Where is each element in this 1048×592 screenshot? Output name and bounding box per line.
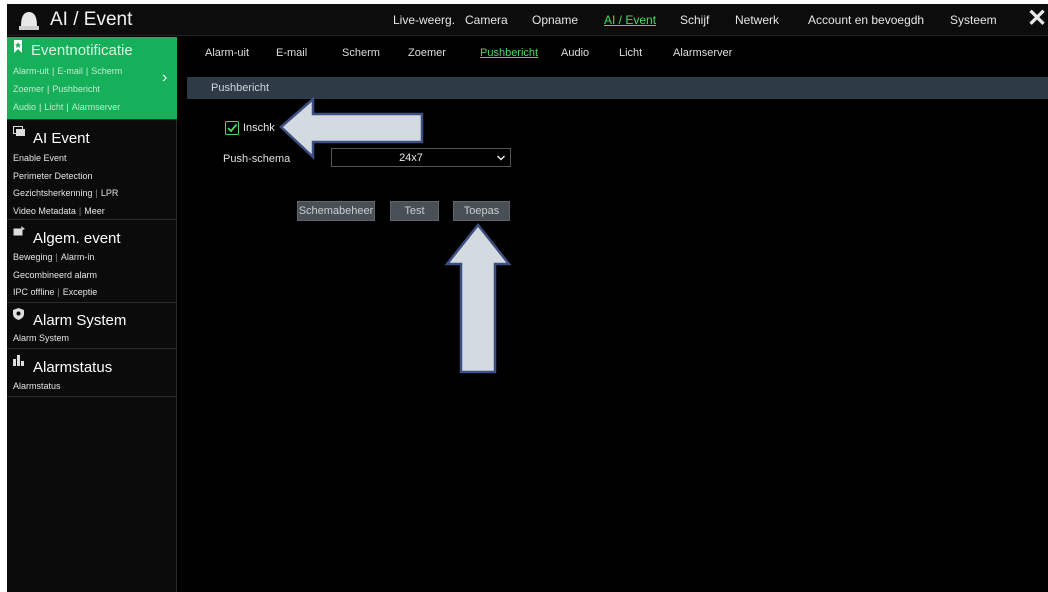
page-title: AI / Event <box>50 9 133 30</box>
sidebar-group-alarm-system[interactable]: Alarm System Alarm System <box>7 303 177 349</box>
sidebar-group-event-notification[interactable]: Eventnotificatie Alarm-uit | E-mail | Scherm… <box>7 37 177 120</box>
tab-alarm-server[interactable]: Alarmserver <box>673 47 732 59</box>
chevron-down-icon <box>496 155 506 161</box>
sidebar-link-lpr[interactable]: LPR <box>101 188 119 198</box>
bar-status-icon <box>13 355 24 369</box>
nav-live-view[interactable]: Live-weerg. <box>393 13 455 27</box>
sidebar-group-alarm-status[interactable]: Alarmstatus Alarmstatus <box>7 349 177 397</box>
checkmark-icon <box>227 123 238 133</box>
enable-checkbox[interactable] <box>225 121 239 135</box>
enable-label: Inschk <box>243 122 275 134</box>
sidebar: Eventnotificatie Alarm-uit | E-mail | Scherm… <box>7 37 177 592</box>
sub-tabs: Alarm-uit E-mail Scherm Zoemer Pushberic… <box>178 37 1048 71</box>
top-bar: AI / Event Live-weerg. Camera Opname AI … <box>7 4 1048 36</box>
close-icon[interactable]: ✕ <box>1027 7 1047 31</box>
chevron-right-icon: › <box>162 69 168 86</box>
ai-event-icon <box>13 126 26 140</box>
tab-push-message[interactable]: Pushbericht <box>480 47 538 59</box>
sidebar-link-alarm-system[interactable]: Alarm System <box>13 333 69 343</box>
app-window: AI / Event Live-weerg. Camera Opname AI … <box>7 4 1048 592</box>
nav-system[interactable]: Systeem <box>950 13 997 27</box>
sidebar-link-ipc-offline[interactable]: IPC offline <box>13 287 54 297</box>
sidebar-link-perimeter[interactable]: Perimeter Detection <box>13 171 93 181</box>
push-schedule-label: Push-schema <box>223 153 291 165</box>
nav-camera[interactable]: Camera <box>465 13 508 27</box>
test-button[interactable]: Test <box>390 201 439 221</box>
nav-recording[interactable]: Opname <box>532 13 578 27</box>
sidebar-group-title: Eventnotificatie <box>31 42 133 59</box>
tab-alarm-out[interactable]: Alarm-uit <box>205 47 249 59</box>
tab-light[interactable]: Licht <box>619 47 642 59</box>
nav-account[interactable]: Account en bevoegdh <box>808 13 924 27</box>
tab-buzzer[interactable]: Zoemer <box>408 47 446 59</box>
nav-network[interactable]: Netwerk <box>735 13 779 27</box>
sidebar-link-face[interactable]: Gezichtsherkenning <box>13 188 93 198</box>
sidebar-link-more[interactable]: Meer <box>84 206 105 216</box>
tab-audio[interactable]: Audio <box>561 47 589 59</box>
nav-disk[interactable]: Schijf <box>680 13 709 27</box>
sidebar-group-title: AI Event <box>33 130 90 147</box>
sidebar-link-push[interactable]: Pushbericht <box>52 84 100 94</box>
sidebar-link-alarm-in[interactable]: Alarm-in <box>61 252 95 262</box>
sidebar-link-audio[interactable]: Audio <box>13 102 36 112</box>
sidebar-group-general-event[interactable]: Algem. event Beweging | Alarm-in Gecombine… <box>7 220 177 303</box>
schedule-management-button[interactable]: Schemabeheer <box>297 201 375 221</box>
sidebar-link-combined-alarm[interactable]: Gecombineerd alarm <box>13 270 97 280</box>
apply-button[interactable]: Toepas <box>453 201 510 221</box>
sidebar-group-title: Alarm System <box>33 312 127 329</box>
sidebar-group-ai-event[interactable]: AI Event Enable Event Perimeter Detectio… <box>7 120 177 220</box>
sidebar-link-buzzer[interactable]: Zoemer <box>13 84 44 94</box>
sidebar-group-title: Alarmstatus <box>33 359 113 376</box>
sidebar-link-enable-event[interactable]: Enable Event <box>13 153 67 163</box>
tab-display[interactable]: Scherm <box>342 47 380 59</box>
up-arrow-annotation <box>444 222 512 374</box>
push-schedule-value: 24x7 <box>399 152 423 164</box>
sidebar-link-display[interactable]: Scherm <box>91 66 122 76</box>
sidebar-link-metadata[interactable]: Video Metadata <box>13 206 76 216</box>
section-title: Pushbericht <box>211 82 270 94</box>
general-event-icon <box>13 226 26 240</box>
sidebar-link-motion[interactable]: Beweging <box>13 252 53 262</box>
sidebar-link-alarm-status[interactable]: Alarmstatus <box>13 381 61 391</box>
nav-ai-event[interactable]: AI / Event <box>604 13 656 27</box>
sidebar-link-alarm-out[interactable]: Alarm-uit <box>13 66 49 76</box>
bookmark-star-icon <box>13 40 23 56</box>
sidebar-link-email[interactable]: E-mail <box>57 66 83 76</box>
section-header: Pushbericht <box>187 77 1048 99</box>
tab-email[interactable]: E-mail <box>276 47 307 59</box>
sidebar-link-light[interactable]: Licht <box>44 102 63 112</box>
sidebar-group-title: Algem. event <box>33 230 121 247</box>
sidebar-link-alarm-server[interactable]: Alarmserver <box>72 102 121 112</box>
sidebar-link-exception[interactable]: Exceptie <box>63 287 98 297</box>
alarm-shield-icon <box>13 308 24 323</box>
push-schedule-select[interactable]: 24x7 <box>331 148 511 167</box>
dome-camera-icon <box>19 12 39 30</box>
